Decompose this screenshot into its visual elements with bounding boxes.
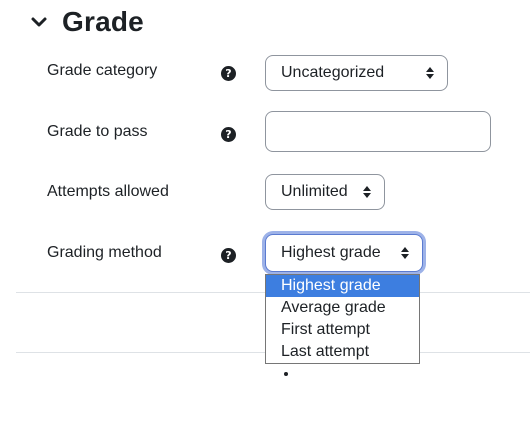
option-last-attempt[interactable]: Last attempt	[266, 341, 419, 363]
question-circle-icon[interactable]: ?	[221, 248, 236, 263]
attempts-allowed-label: Attempts allowed	[47, 183, 169, 200]
select-arrows-icon	[401, 247, 409, 259]
grade-to-pass-input[interactable]	[265, 111, 491, 152]
chevron-down-icon[interactable]	[28, 11, 50, 33]
option-average-grade[interactable]: Average grade	[266, 297, 419, 319]
select-arrows-icon	[426, 67, 434, 79]
grading-method-select[interactable]: Highest grade	[265, 234, 423, 272]
attempts-allowed-select[interactable]: Unlimited	[265, 174, 385, 210]
grade-to-pass-label: Grade to pass	[47, 123, 148, 140]
attempts-allowed-value: Unlimited	[281, 183, 348, 200]
question-circle-icon[interactable]: ?	[221, 66, 236, 81]
grade-settings-page: Grade Grade category ? Uncategorized Gra…	[0, 0, 530, 436]
section-title: Grade	[62, 6, 144, 37]
question-circle-icon[interactable]: ?	[221, 127, 236, 142]
option-first-attempt[interactable]: First attempt	[266, 319, 419, 341]
grade-category-value: Uncategorized	[281, 64, 385, 81]
option-highest-grade[interactable]: Highest grade	[266, 275, 419, 297]
grade-category-select[interactable]: Uncategorized	[265, 55, 448, 91]
grading-method-label: Grading method	[47, 244, 162, 261]
grading-method-dropdown[interactable]: Highest grade Average grade First attemp…	[265, 274, 420, 364]
grade-section-header[interactable]: Grade	[28, 6, 144, 38]
grade-category-label: Grade category	[47, 62, 158, 79]
cursor-dot	[284, 372, 288, 376]
select-arrows-icon	[363, 186, 371, 198]
grading-method-value: Highest grade	[281, 244, 381, 261]
